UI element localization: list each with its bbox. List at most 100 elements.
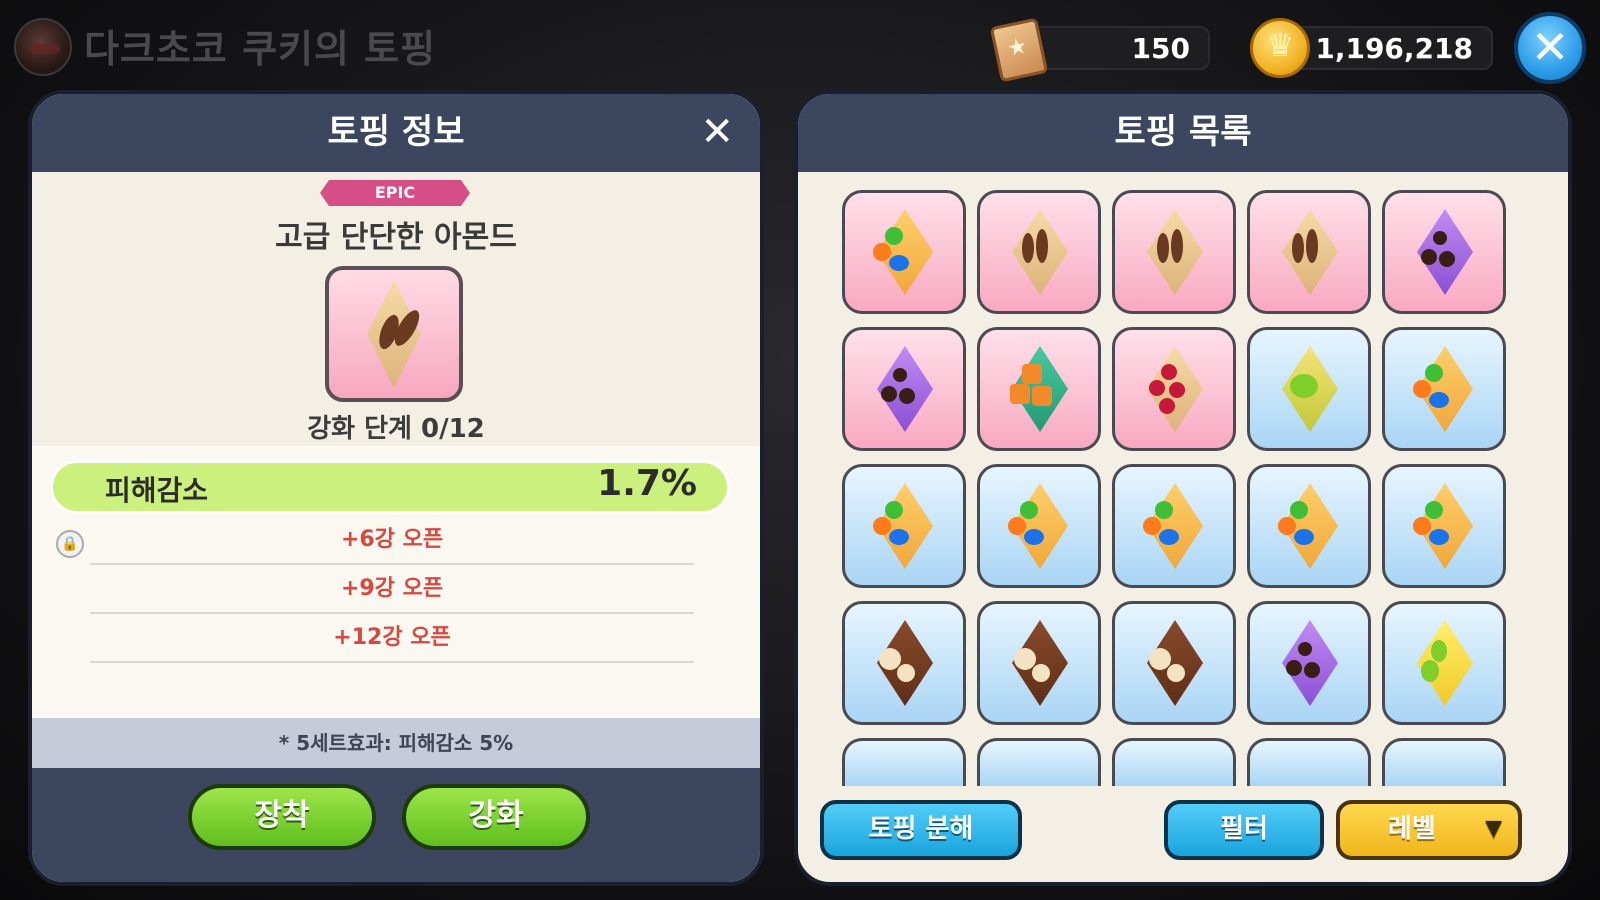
candy-piece-icon [1155,501,1173,519]
topping-slot[interactable] [1112,601,1236,725]
chocolate-piece-icon [1421,249,1437,265]
cookie-portrait-icon [14,18,72,76]
topping-slot[interactable] [977,190,1101,314]
topping-info-header: 토핑 정보 ✕ [32,94,760,172]
sort-level-dropdown[interactable]: 레벨 ▼ [1336,800,1522,860]
enhance-button[interactable]: 강화 [402,784,590,850]
topping-slot-partial[interactable] [1247,738,1371,786]
candy-piece-icon [1290,501,1308,519]
candy-piece-icon [1425,364,1443,382]
topping-slot[interactable] [1247,190,1371,314]
raspberry-piece-icon [1159,398,1175,414]
equip-button[interactable]: 장착 [188,784,376,850]
topping-slot[interactable] [1382,601,1506,725]
topping-slot[interactable] [1382,190,1506,314]
topping-slot[interactable] [1382,464,1506,588]
topping-list-panel: 토핑 목록 토핑 분해 필터 레벨 ▼ [794,90,1572,886]
candy-piece-icon [1413,380,1431,398]
topping-list-title: 토핑 목록 [1114,112,1252,152]
topping-slot[interactable] [842,327,966,451]
topping-info-title: 토핑 정보 [327,112,465,152]
apple-jelly-piece-icon [1032,386,1052,406]
candy-piece-icon [1413,517,1431,535]
candy-piece-icon [1429,392,1449,408]
topping-slot-partial[interactable] [1382,738,1506,786]
topping-slot[interactable] [1112,190,1236,314]
substat-locked-row: +6강 오픈 [90,516,694,565]
chocolate-piece-icon [881,386,897,402]
topping-slot[interactable] [1112,327,1236,451]
close-info-button[interactable]: ✕ [700,94,734,170]
close-screen-button[interactable]: ✕ [1514,12,1586,84]
candy-piece-icon [1008,517,1026,535]
candy-piece-icon [885,501,903,519]
hazelnut-piece-icon [897,664,915,682]
candy-piece-icon [889,255,909,271]
green-bean-piece-icon [1421,660,1439,682]
stats-area: 피해감소 1.7% 🔒 +6강 오픈 +9강 오픈 +12강 오픈 [32,446,760,718]
info-button-bar [32,768,760,882]
filter-button[interactable]: 필터 [1164,800,1324,860]
chocolate-piece-icon [1439,251,1455,267]
top-bar: 다크초코 쿠키의 토핑 150 1,196,218 ✕ [0,0,1600,90]
hazelnut-piece-icon [879,648,901,670]
topping-slot-partial[interactable] [1112,738,1236,786]
candy-piece-icon [885,227,903,245]
topping-slot[interactable] [842,464,966,588]
disassemble-button[interactable]: 토핑 분해 [820,800,1022,860]
sort-level-label: 레벨 [1388,814,1436,844]
almond-piece-icon [1171,229,1183,263]
main-stat-label: 피해감소 [105,474,209,507]
coin-icon [1250,18,1310,78]
hazelnut-piece-icon [1032,664,1050,682]
topping-slot[interactable] [842,190,966,314]
topping-slot[interactable] [1247,327,1371,451]
almond-piece-icon [1157,233,1169,263]
hazelnut-piece-icon [1149,648,1171,670]
raspberry-piece-icon [1161,364,1177,380]
raspberry-piece-icon [1149,380,1165,396]
topping-info-panel: 토핑 정보 ✕ EPIC 고급 단단한 아몬드 강화 단계 0/12 피해감소 … [28,90,764,886]
enhance-stage: 강화 단계 0/12 [307,414,485,444]
chocolate-piece-icon [1304,662,1320,678]
topping-slot[interactable] [977,327,1101,451]
topping-grid [842,190,1506,786]
candy-piece-icon [1429,529,1449,545]
topping-slot[interactable] [977,464,1101,588]
almond-piece-icon [1022,233,1034,263]
chocolate-piece-icon [1298,642,1312,656]
substat-locked-row: +12강 오픈 [90,614,694,663]
apple-jelly-piece-icon [1010,384,1030,404]
chocolate-piece-icon [1433,231,1447,245]
screen-title: 다크초코 쿠키의 토핑 [84,27,437,71]
topping-grid-scroll[interactable] [798,172,1568,786]
topping-slot[interactable] [1247,601,1371,725]
almond-piece-icon [1036,229,1048,263]
chevron-down-icon: ▼ [1485,816,1502,841]
candy-piece-icon [1278,517,1296,535]
main-stat-value: 1.7% [597,463,697,504]
chocolate-piece-icon [893,368,907,382]
candy-piece-icon [1020,501,1038,519]
topping-slot[interactable] [977,601,1101,725]
raspberry-piece-icon [1169,382,1185,398]
candy-piece-icon [873,243,891,261]
rarity-badge: EPIC [320,180,470,206]
topping-slot[interactable] [842,601,966,725]
topping-name: 고급 단단한 아몬드 [275,220,517,255]
topping-slot-partial[interactable] [842,738,966,786]
hazelnut-piece-icon [1014,648,1036,670]
apple-jelly-piece-icon [1022,364,1042,384]
main-stat-bar: 피해감소 1.7% [50,460,730,514]
topping-slot[interactable] [1112,464,1236,588]
candy-piece-icon [873,517,891,535]
selected-topping-slot [325,266,463,402]
candy-piece-icon [1425,501,1443,519]
lock-icon: 🔒 [56,530,84,558]
green-bean-piece-icon [1431,640,1447,662]
substat-locked-row: +9강 오픈 [90,565,694,614]
topping-slot-partial[interactable] [977,738,1101,786]
topping-slot[interactable] [1247,464,1371,588]
topping-list-header: 토핑 목록 [798,94,1568,172]
topping-slot[interactable] [1382,327,1506,451]
